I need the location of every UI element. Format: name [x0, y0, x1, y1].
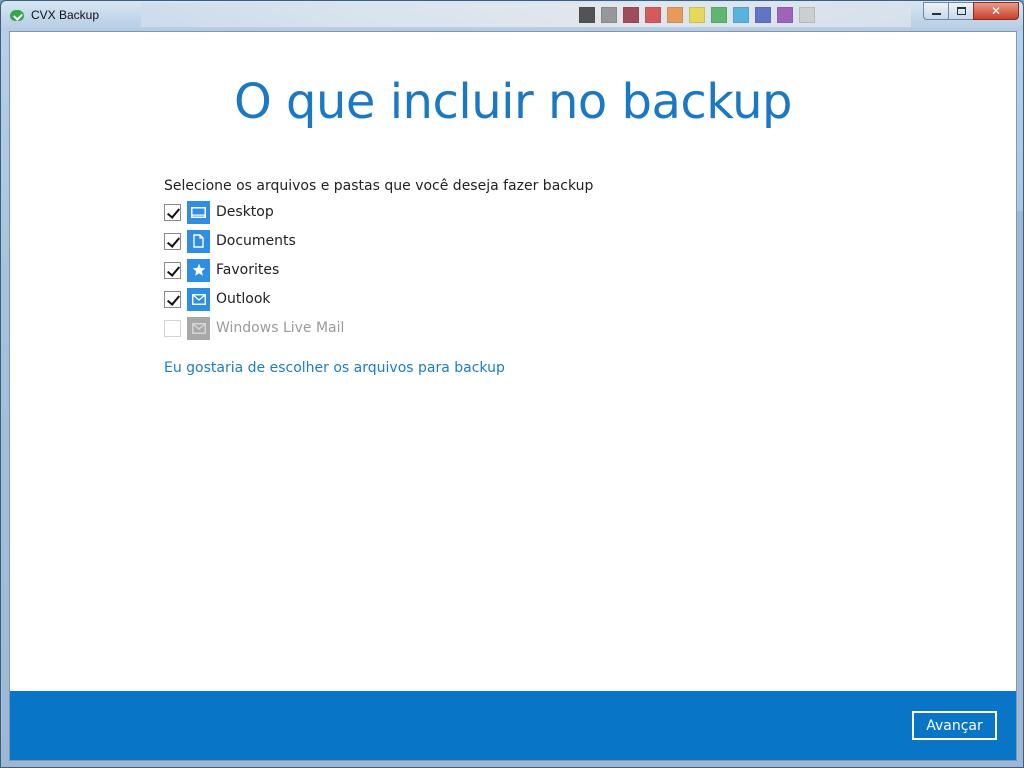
- swatch: [777, 7, 793, 23]
- item-label: Windows Live Mail: [216, 320, 345, 336]
- document-icon: [187, 229, 210, 253]
- swatch: [601, 7, 617, 23]
- window-edge: [1017, 211, 1023, 761]
- item-label: Outlook: [216, 291, 271, 307]
- minimize-icon: [931, 12, 941, 15]
- item-label: Favorites: [216, 262, 280, 278]
- background-color-swatches: [579, 7, 815, 23]
- swatch: [645, 7, 661, 23]
- app-window: CVX Backup ✕ O que incluir no backup Sel…: [0, 0, 1024, 768]
- favorites-checkbox[interactable]: [164, 261, 181, 279]
- choose-files-link[interactable]: Eu gostaria de escolher os arquivos para…: [164, 360, 505, 376]
- desktop-icon: [187, 200, 210, 224]
- swatch: [711, 7, 727, 23]
- mail-icon: [187, 316, 210, 340]
- next-button[interactable]: Avançar: [912, 711, 997, 740]
- backup-item-documents[interactable]: Documents: [164, 229, 296, 253]
- minimize-button[interactable]: [923, 2, 949, 20]
- swatch: [667, 7, 683, 23]
- backup-item-desktop[interactable]: Desktop: [164, 200, 274, 224]
- title-bar[interactable]: CVX Backup ✕: [1, 1, 1023, 31]
- close-icon: ✕: [990, 4, 1002, 18]
- backup-item-favorites[interactable]: Favorites: [164, 258, 279, 282]
- close-button[interactable]: ✕: [973, 2, 1019, 20]
- item-label: Documents: [216, 233, 296, 249]
- windows-live-mail-checkbox: [164, 319, 181, 337]
- swatch: [799, 7, 815, 23]
- app-logo-icon: [10, 10, 24, 21]
- window-controls: ✕: [923, 2, 1019, 20]
- swatch: [755, 7, 771, 23]
- swatch: [623, 7, 639, 23]
- instruction-text: Selecione os arquivos e pastas que você …: [164, 178, 594, 194]
- maximize-icon: [956, 7, 966, 15]
- backup-item-windows-live-mail: Windows Live Mail: [164, 316, 344, 340]
- backup-item-outlook[interactable]: Outlook: [164, 287, 271, 311]
- swatch: [689, 7, 705, 23]
- maximize-button[interactable]: [948, 2, 974, 20]
- star-icon: [187, 258, 210, 282]
- outlook-checkbox[interactable]: [164, 290, 181, 308]
- swatch: [579, 7, 595, 23]
- footer-bar: Avançar: [10, 691, 1016, 760]
- desktop-checkbox[interactable]: [164, 203, 181, 221]
- page-title: O que incluir no backup: [234, 74, 792, 130]
- item-label: Desktop: [216, 204, 274, 220]
- documents-checkbox[interactable]: [164, 232, 181, 250]
- mail-icon: [187, 287, 210, 311]
- window-title: CVX Backup: [31, 8, 100, 22]
- content-area: O que incluir no backup Selecione os arq…: [9, 31, 1017, 761]
- swatch: [733, 7, 749, 23]
